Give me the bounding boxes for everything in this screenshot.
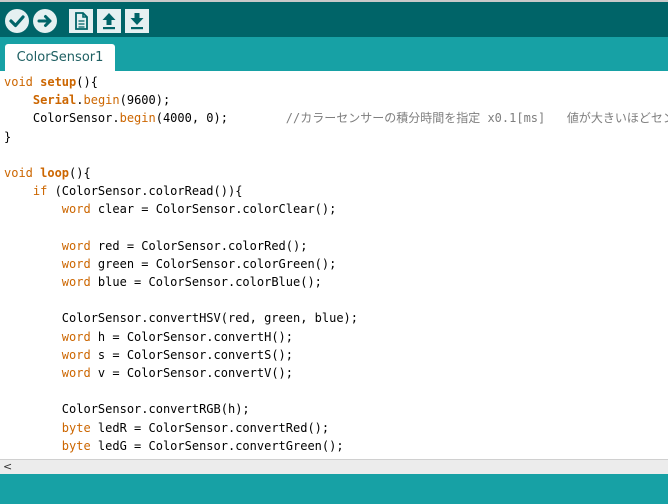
code-token: begin	[119, 111, 156, 126]
code-line: void loop(){	[4, 164, 668, 182]
code-token: h = ColorSensor.convertH();	[90, 329, 293, 344]
code-token: ColorSensor.convertHSV(red, green, blue)…	[4, 311, 359, 326]
tab-bar: ColorSensor1	[0, 37, 668, 71]
code-token: word	[61, 366, 91, 380]
code-line: }	[4, 128, 668, 146]
tab-colorsensor1[interactable]: ColorSensor1	[5, 44, 115, 71]
verify-button[interactable]	[5, 9, 29, 33]
code-line: word green = ColorSensor.colorGreen();	[4, 255, 668, 273]
arrow-right-icon	[37, 15, 52, 27]
code-token: (4000, 0);	[155, 111, 286, 126]
code-line: byte ledG = ColorSensor.convertGreen();	[4, 437, 668, 455]
code-token: ledG = ColorSensor.convertGreen();	[90, 438, 344, 453]
code-text: void setup(){ Serial.begin(9600); ColorS…	[4, 73, 668, 455]
toolbar	[0, 0, 668, 37]
check-icon	[9, 15, 25, 28]
code-token: word	[61, 202, 91, 217]
code-line: byte ledR = ColorSensor.convertRed();	[4, 419, 668, 437]
code-line: ColorSensor.begin(4000, 0); //カラーセンサーの積分…	[4, 109, 668, 127]
code-token: red = ColorSensor.colorRed();	[90, 238, 308, 253]
horizontal-scrollbar[interactable]: <	[0, 459, 668, 474]
code-token: (9600);	[119, 93, 171, 108]
code-line: word blue = ColorSensor.colorBlue();	[4, 273, 668, 291]
open-button[interactable]	[97, 9, 121, 33]
code-token: clear = ColorSensor.colorClear();	[90, 202, 337, 217]
code-token: s = ColorSensor.convertS();	[90, 347, 293, 362]
code-token: }	[4, 129, 12, 144]
code-token: blue = ColorSensor.colorBlue();	[90, 275, 322, 290]
code-token: ColorSensor.convertRGB(h);	[4, 402, 250, 417]
code-token: ledR = ColorSensor.convertRed();	[90, 420, 330, 435]
code-line: word clear = ColorSensor.colorClear();	[4, 200, 668, 218]
code-token: word	[61, 329, 91, 344]
code-token: byte	[61, 438, 91, 453]
code-token: begin	[83, 93, 120, 108]
code-token: //カラーセンサーの積分時間を指定 x0.1[ms] 値が大きいほどセンサー	[285, 111, 668, 126]
code-line: word h = ColorSensor.convertH();	[4, 328, 668, 346]
code-line: ColorSensor.convertHSV(red, green, blue)…	[4, 309, 668, 327]
tab-label: ColorSensor1	[16, 50, 104, 65]
code-line: Serial.begin(9600);	[4, 91, 668, 109]
new-button[interactable]	[69, 9, 93, 33]
code-token: v = ColorSensor.convertV();	[90, 366, 293, 380]
code-token: word	[61, 256, 91, 271]
code-token: Serial	[32, 93, 77, 108]
code-line: void setup(){	[4, 73, 668, 91]
code-token: byte	[61, 420, 91, 435]
code-token: .	[76, 93, 84, 108]
code-token: word	[61, 238, 91, 253]
code-token: green = ColorSensor.colorGreen();	[90, 256, 337, 271]
code-token: setup	[40, 75, 77, 89]
code-token: (){	[69, 165, 91, 180]
upload-button[interactable]	[33, 9, 57, 33]
code-line: word v = ColorSensor.convertV();	[4, 364, 668, 382]
code-token: if	[32, 184, 48, 199]
arrow-down-icon	[130, 13, 144, 30]
code-token: ColorSensor.	[4, 111, 120, 126]
status-bar	[0, 474, 668, 504]
code-token: word	[61, 347, 91, 362]
document-icon	[75, 12, 88, 30]
code-token: (ColorSensor.colorRead()){	[47, 184, 243, 199]
code-token: word	[61, 275, 91, 290]
code-line: word red = ColorSensor.colorRed();	[4, 237, 668, 255]
arrow-up-icon	[102, 13, 116, 30]
code-token: void	[4, 75, 41, 89]
scroll-left-arrow-icon[interactable]: <	[3, 460, 12, 474]
code-token: void	[4, 165, 41, 180]
code-editor[interactable]: void setup(){ Serial.begin(9600); ColorS…	[0, 71, 668, 459]
code-line: word s = ColorSensor.convertS();	[4, 346, 668, 364]
save-button[interactable]	[125, 9, 149, 33]
code-line: if (ColorSensor.colorRead()){	[4, 182, 668, 200]
code-token: (){	[76, 75, 98, 89]
code-line: ColorSensor.convertRGB(h);	[4, 400, 668, 418]
code-token: loop	[40, 165, 70, 180]
